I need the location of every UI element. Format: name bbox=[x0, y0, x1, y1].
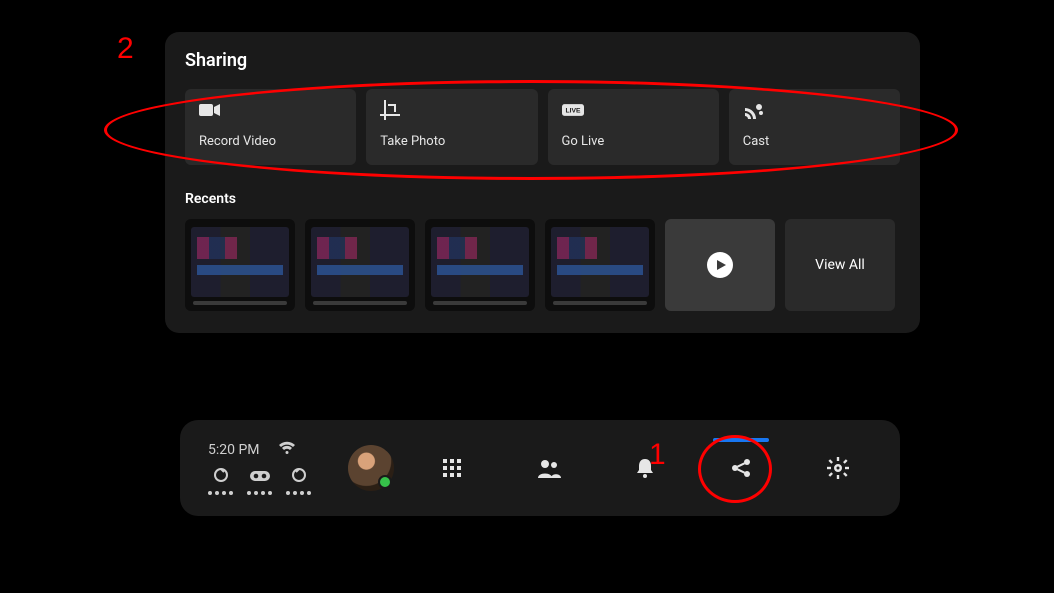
apps-grid-icon bbox=[442, 458, 462, 478]
dock-indicators bbox=[208, 467, 311, 495]
sharing-actions-row: Record Video Take Photo LIVE Go Live Cas… bbox=[185, 89, 900, 165]
live-icon: LIVE bbox=[562, 101, 584, 119]
clock-time: 5:20 PM bbox=[208, 442, 260, 458]
cast-label: Cast bbox=[743, 134, 886, 149]
go-live-button[interactable]: LIVE Go Live bbox=[548, 89, 719, 165]
people-button[interactable] bbox=[521, 440, 577, 496]
gear-icon bbox=[827, 457, 849, 479]
record-video-icon bbox=[199, 101, 221, 119]
controller-right-icon bbox=[286, 467, 311, 495]
cast-button[interactable]: Cast bbox=[729, 89, 900, 165]
view-all-button[interactable]: View All bbox=[785, 219, 895, 311]
play-icon bbox=[707, 252, 733, 278]
sharing-panel: Sharing Record Video Take Photo LIVE Go … bbox=[165, 32, 920, 333]
apps-button[interactable] bbox=[424, 440, 480, 496]
recent-thumbnail[interactable] bbox=[305, 219, 415, 311]
annotation-label-2: 2 bbox=[117, 32, 134, 66]
share-button[interactable] bbox=[713, 440, 769, 496]
dock-icons bbox=[404, 420, 886, 516]
wifi-icon bbox=[278, 441, 296, 459]
dock-status: 5:20 PM bbox=[194, 441, 344, 495]
go-live-label: Go Live bbox=[562, 134, 705, 149]
crop-photo-icon bbox=[380, 101, 402, 119]
recent-play-button[interactable] bbox=[665, 219, 775, 311]
take-photo-label: Take Photo bbox=[380, 134, 523, 149]
headset-icon bbox=[247, 468, 272, 495]
record-video-label: Record Video bbox=[199, 134, 342, 149]
recents-title: Recents bbox=[185, 191, 900, 207]
active-tab-indicator bbox=[713, 438, 769, 442]
dock-bar: 5:20 PM bbox=[180, 420, 900, 516]
sharing-title: Sharing bbox=[185, 50, 900, 71]
view-all-label: View All bbox=[815, 257, 865, 273]
recent-thumbnail[interactable] bbox=[425, 219, 535, 311]
annotation-label-1: 1 bbox=[649, 438, 666, 472]
recents-row: View All bbox=[185, 219, 900, 311]
people-icon bbox=[537, 458, 561, 478]
share-icon bbox=[731, 458, 751, 478]
svg-text:LIVE: LIVE bbox=[565, 108, 581, 115]
controller-left-icon bbox=[208, 467, 233, 495]
cast-icon bbox=[743, 101, 765, 119]
recent-thumbnail[interactable] bbox=[545, 219, 655, 311]
avatar[interactable] bbox=[348, 445, 394, 491]
settings-button[interactable] bbox=[810, 440, 866, 496]
record-video-button[interactable]: Record Video bbox=[185, 89, 356, 165]
take-photo-button[interactable]: Take Photo bbox=[366, 89, 537, 165]
recent-thumbnail[interactable] bbox=[185, 219, 295, 311]
